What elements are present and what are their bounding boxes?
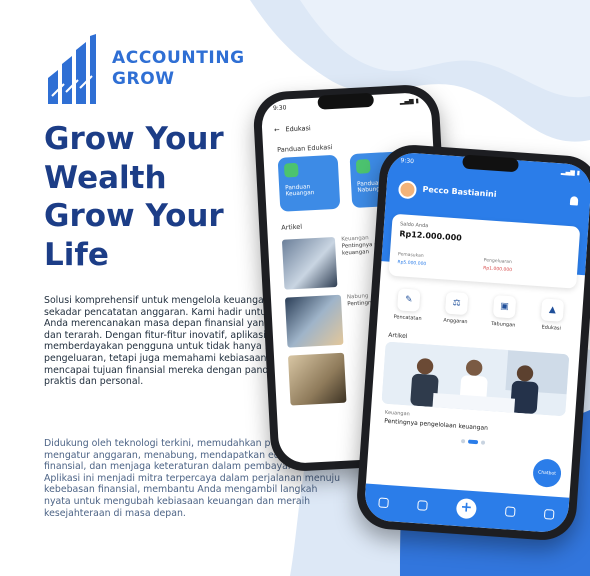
bell-icon[interactable] <box>569 196 579 206</box>
book-icon <box>283 162 299 178</box>
poster: ACCOUNTING GROW Grow Your Wealth Grow Yo… <box>0 0 590 576</box>
growth-arrows-icon <box>48 34 96 104</box>
brand-name-line1: ACCOUNTING <box>112 48 245 68</box>
expense-label: Pengeluaran <box>483 258 512 266</box>
graduation-cap-icon: ▲ <box>540 298 565 322</box>
status-time: 9:30 <box>272 104 287 113</box>
bottom-navigation <box>363 483 570 534</box>
menu-item-label: Anggaran <box>443 317 468 326</box>
menu-item-records[interactable]: ✎ Pencatatan <box>389 288 427 322</box>
wallet-icon: ▣ <box>492 295 517 319</box>
signal-icon: ▂▄▆ ▮ <box>560 168 581 177</box>
report-icon[interactable] <box>504 506 516 517</box>
guide-card-finance[interactable]: Panduan Keuangan <box>277 154 341 212</box>
balance-label: Saldo Anda <box>399 221 429 230</box>
carousel-dot[interactable] <box>480 440 486 445</box>
office-meeting-photo <box>381 341 570 417</box>
balance-value: Rp12.000.000 <box>399 229 463 243</box>
income-label: Pemasukan <box>397 252 424 259</box>
feature-menu: ✎ Pencatatan ⚖ Anggaran ▣ Tabungan ▲ Edu… <box>383 287 577 332</box>
menu-item-savings[interactable]: ▣ Tabungan <box>485 295 523 329</box>
menu-item-education[interactable]: ▲ Edukasi <box>533 298 571 332</box>
carousel-dot-active[interactable] <box>467 439 479 445</box>
income-value: Rp5.000.000 <box>397 260 427 268</box>
article-category: Keuangan <box>384 409 410 418</box>
headline-line3: Grow Your <box>44 198 224 234</box>
phone-notch <box>317 92 375 110</box>
home-icon[interactable] <box>378 497 390 509</box>
carousel-dot[interactable] <box>460 439 466 444</box>
education-title: Edukasi <box>285 124 311 134</box>
education-header: ← Edukasi <box>274 124 311 134</box>
menu-item-label: Tabungan <box>491 320 516 329</box>
article-thumbnail <box>287 352 347 406</box>
menu-item-label: Pencatatan <box>393 314 422 322</box>
back-arrow-icon[interactable]: ← <box>274 126 280 134</box>
budget-icon: ⚖ <box>444 291 469 316</box>
article-thumbnail <box>281 236 338 290</box>
chatbot-label: Chatbot <box>537 470 557 477</box>
expense-value: Rp1.000.000 <box>482 266 513 274</box>
articles-section-title: Artikel <box>388 331 408 341</box>
menu-item-budget[interactable]: ⚖ Anggaran <box>437 291 475 325</box>
history-icon[interactable] <box>417 500 429 511</box>
article-image[interactable] <box>381 341 570 417</box>
notes-icon: ✎ <box>397 288 421 312</box>
articles-section-title: Artikel <box>281 222 303 232</box>
carousel-indicator <box>460 439 486 445</box>
chatbot-button[interactable]: Chatbot <box>532 458 562 489</box>
article-thumbnail <box>284 294 344 348</box>
brand-logo: ACCOUNTING GROW <box>44 34 245 104</box>
headline-line4: Life <box>44 236 109 273</box>
balance-card: Saldo Anda Rp12.000.000 Pemasukan Rp5.00… <box>388 213 581 289</box>
article-title: Pentingnya pengelolaan keuangan <box>384 417 489 432</box>
add-button[interactable] <box>455 497 478 520</box>
profile-icon[interactable] <box>543 509 555 520</box>
piggy-bank-icon <box>355 159 371 174</box>
brand-name: ACCOUNTING GROW <box>112 48 245 90</box>
signal-icon: ▂▄▆ ▮ <box>399 97 420 106</box>
phone-mockup-dashboard: 9:30 ▂▄▆ ▮ Pecco Bastianini Saldo Anda R… <box>354 142 590 543</box>
status-time: 9:30 <box>400 157 415 166</box>
menu-item-label: Edukasi <box>541 324 562 332</box>
guide-card-finance-label: Panduan Keuangan <box>285 184 315 198</box>
guides-section-title: Panduan Edukasi <box>276 143 333 154</box>
phone-screen-dashboard: 9:30 ▂▄▆ ▮ Pecco Bastianini Saldo Anda R… <box>363 151 590 534</box>
brand-name-line2: GROW <box>112 69 175 89</box>
